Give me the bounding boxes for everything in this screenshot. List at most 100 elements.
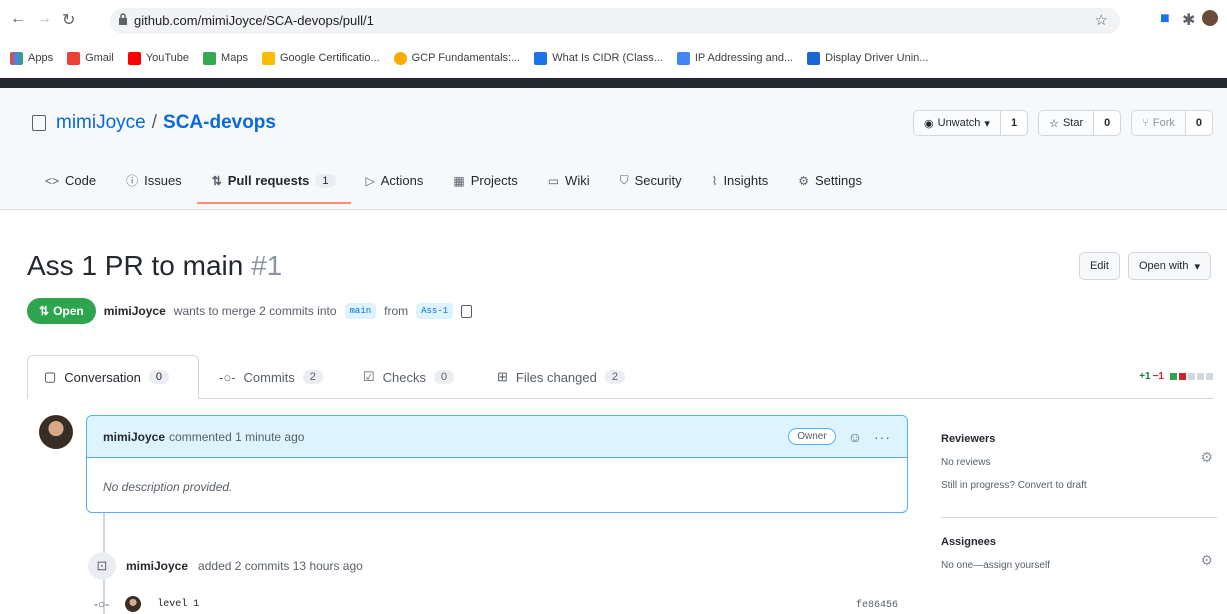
watch-button[interactable]: ◉ Unwatch ▾ 1: [913, 110, 1029, 136]
edit-button[interactable]: Edit: [1078, 252, 1120, 280]
avatar[interactable]: [125, 596, 142, 612]
tab-settings[interactable]: ⚙ Settings: [783, 162, 877, 203]
star-button[interactable]: ☆ Star 0: [1038, 110, 1122, 136]
gear-icon: ⚙: [798, 173, 810, 188]
tab-insights[interactable]: ⌇ Insights: [697, 162, 784, 203]
event-author-link[interactable]: mimiJoyce: [126, 559, 188, 573]
display-driver-icon: [807, 51, 821, 65]
convert-to-draft-link[interactable]: Still in progress? Convert to draft: [941, 480, 1217, 491]
reload-icon[interactable]: ↻: [62, 10, 75, 30]
from-text: from: [384, 304, 409, 318]
eye-icon: ◉: [924, 117, 934, 130]
tab-counter: 1: [315, 173, 336, 188]
tab-wiki[interactable]: ▭ Wiki: [533, 162, 605, 203]
diffstat: +1 −1: [1139, 371, 1213, 382]
bookmark-gcp[interactable]: GCP Fundamentals:...: [393, 51, 521, 65]
reviewers-heading: Reviewers: [941, 433, 996, 445]
bookmark-maps[interactable]: Maps: [203, 51, 248, 65]
avatar[interactable]: [39, 415, 73, 449]
bookmark-label: GCP Fundamentals:...: [411, 52, 521, 64]
pull-request-icon: ⇅: [39, 304, 50, 318]
puzzle-icon[interactable]: ✱: [1182, 10, 1195, 30]
comment-card: mimiJoyce commented 1 minute ago Owner ☺…: [86, 415, 908, 513]
smiley-icon[interactable]: ☺: [848, 429, 862, 445]
url-text: github.com/mimiJoyce/SCA-devops/pull/1: [134, 13, 374, 28]
pr-author-link[interactable]: mimiJoyce: [104, 304, 166, 318]
profile-avatar[interactable]: [1202, 10, 1218, 26]
diff-box: [1206, 373, 1213, 380]
gear-icon[interactable]: ⚙: [1200, 552, 1213, 569]
bookmark-display-driver[interactable]: Display Driver Unin...: [807, 51, 928, 65]
assign-yourself-link[interactable]: No one—assign yourself: [941, 560, 1217, 571]
repo-nav: <> Code ⓘ Issues ⇅ Pull requests 1 ▷ Actions …: [30, 162, 877, 204]
commit-event: ⊡ mimiJoyce added 2 commits 13 hours ago: [88, 552, 363, 580]
diff-box: [1179, 373, 1186, 380]
cidr-icon: [534, 51, 548, 65]
bookmark-ip-addressing[interactable]: IP Addressing and...: [676, 51, 793, 65]
fork-icon: ⑂: [1142, 117, 1149, 129]
pr-tabs: ▢ Conversation 0 -○- Commits 2 ☑ Checks 0 ⊞ Fil…: [27, 355, 1213, 399]
tab-label: Security: [634, 173, 682, 188]
bookmark-star-icon[interactable]: ☆: [1095, 11, 1108, 29]
base-branch[interactable]: main: [344, 303, 377, 319]
browser-toolbar: ← → ↻ github.com/mimiJoyce/SCA-devops/pu…: [0, 0, 1227, 78]
tab-label: Actions: [380, 173, 424, 188]
open-with-label: Open with: [1138, 260, 1189, 272]
gear-icon[interactable]: ⚙: [1200, 449, 1213, 466]
tab-label: Code: [65, 173, 97, 188]
watch-label: Unwatch: [937, 117, 981, 129]
head-branch[interactable]: Ass-1: [416, 303, 454, 319]
bookmark-youtube[interactable]: YouTube: [127, 51, 189, 65]
tab-checks[interactable]: ☑ Checks 0: [347, 355, 470, 399]
commit-sha-link[interactable]: fe86456: [856, 600, 898, 611]
reviewers-section: Reviewers ⚙ No reviews Still in progress…: [941, 433, 1217, 518]
tab-code[interactable]: <> Code: [30, 162, 111, 203]
comment-author-link[interactable]: mimiJoyce: [103, 430, 165, 444]
book-icon: ▭: [547, 173, 560, 188]
tab-label: Wiki: [565, 173, 590, 188]
tab-conversation[interactable]: ▢ Conversation 0: [27, 355, 199, 399]
shield-icon: ⛉: [619, 173, 629, 187]
kebab-menu-icon[interactable]: ···: [874, 429, 891, 445]
watch-count[interactable]: 1: [1000, 111, 1028, 135]
address-bar[interactable]: github.com/mimiJoyce/SCA-devops/pull/1 ☆: [110, 8, 1120, 34]
tab-projects[interactable]: ▦ Projects: [438, 162, 532, 203]
tab-label: Checks: [382, 369, 427, 385]
comment-icon: ▢: [44, 369, 57, 384]
owner-badge: Owner: [788, 428, 836, 445]
tab-files-changed[interactable]: ⊞ Files changed 2: [481, 355, 641, 399]
repo-name-link[interactable]: SCA-devops: [163, 112, 276, 134]
fork-count[interactable]: 0: [1185, 111, 1212, 135]
copy-icon[interactable]: [461, 304, 473, 318]
bookmark-apps[interactable]: Apps: [10, 51, 53, 65]
comment-body: No description provided.: [103, 480, 233, 494]
bookmark-google-cert[interactable]: Google Certificatio...: [261, 51, 380, 65]
bookmark-cidr[interactable]: What Is CIDR (Class...: [534, 51, 663, 65]
bookmark-label: Google Certificatio...: [279, 52, 380, 64]
assignees-heading: Assignees: [941, 536, 997, 548]
bookmark-gmail[interactable]: Gmail: [67, 51, 114, 65]
comment-timestamp[interactable]: commented 1 minute ago: [169, 430, 304, 444]
diff-box: [1188, 373, 1195, 380]
tab-label: Insights: [723, 173, 769, 188]
extension-icon[interactable]: ■: [1160, 10, 1170, 28]
pr-number: #1: [251, 250, 283, 281]
tab-commits[interactable]: -○- Commits 2: [203, 355, 339, 399]
open-with-button[interactable]: Open with ▾: [1127, 252, 1211, 280]
tab-security[interactable]: ⛉ Security: [605, 162, 697, 203]
repo-owner-link[interactable]: mimiJoyce: [56, 112, 146, 134]
bookmarks-bar: Apps Gmail YouTube Maps Google Certifica…: [10, 48, 928, 68]
fork-button[interactable]: ⑂ Fork 0: [1131, 110, 1213, 136]
status-badge: ⇅ Open: [27, 298, 96, 324]
forward-icon[interactable]: →: [36, 10, 52, 28]
tab-counter: 2: [604, 370, 625, 384]
tab-pull-requests[interactable]: ⇅ Pull requests 1: [196, 162, 351, 204]
issue-icon: ⓘ: [126, 174, 139, 188]
commit-icon: -○-: [219, 369, 236, 385]
star-count[interactable]: 0: [1094, 111, 1121, 135]
diff-box: [1197, 373, 1204, 380]
back-icon[interactable]: ←: [10, 10, 26, 28]
commit-message-link[interactable]: level 1: [157, 599, 199, 610]
tab-actions[interactable]: ▷ Actions: [351, 162, 439, 203]
tab-issues[interactable]: ⓘ Issues: [111, 162, 197, 203]
